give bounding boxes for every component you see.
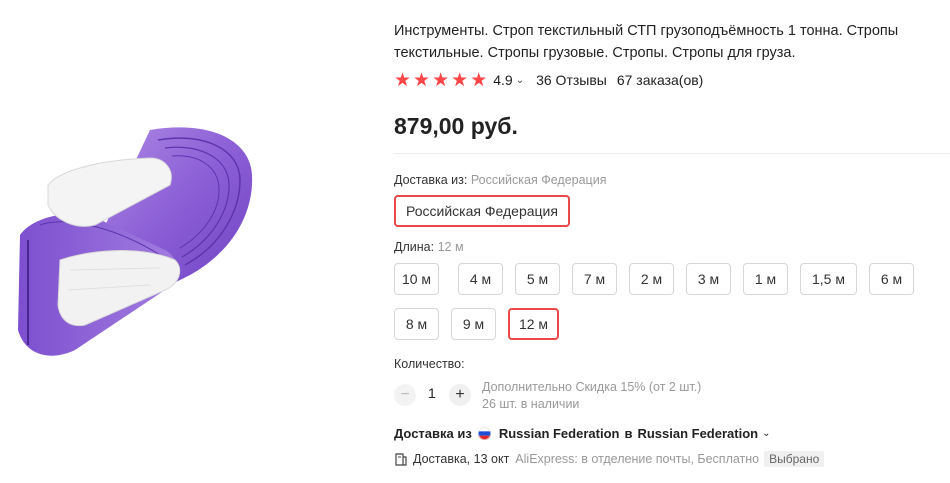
divider: [394, 153, 950, 154]
quantity-increase-button[interactable]: +: [449, 384, 471, 406]
shipping-option: Доставка, 13 окт AliExpress: в отделение…: [394, 451, 825, 467]
length-label-text: Длина:: [394, 240, 435, 254]
shipping-from-value: Российская Федерация: [470, 173, 607, 187]
product-info: Инструменты. Строп текстильный СТП грузо…: [394, 0, 950, 483]
rating-value[interactable]: 4.9: [493, 72, 512, 88]
length-option[interactable]: 9 м: [451, 308, 496, 340]
length-label: Длина: 12 м: [394, 240, 464, 254]
length-option[interactable]: 10 м: [394, 263, 439, 295]
stock-note: 26 шт. в наличии: [482, 397, 580, 411]
quantity-label: Количество:: [394, 357, 465, 371]
chevron-down-icon[interactable]: ⌄: [516, 75, 524, 86]
shipping-country-option[interactable]: Российская Федерация: [394, 195, 570, 227]
delivery-in-word: в: [624, 426, 633, 441]
length-option[interactable]: 4 м: [458, 263, 503, 295]
shipping-date: Доставка, 13 окт: [413, 452, 510, 466]
rating-row: ★ ★ ★ ★ ★ 4.9 ⌄ 36 Отзывы 67 заказа(ов): [394, 70, 703, 90]
delivery-prefix: Доставка из: [394, 426, 472, 441]
star-icon: ★: [432, 69, 450, 91]
length-option[interactable]: 6 м: [869, 263, 914, 295]
quantity-notes: Дополнительно Скидка 15% (от 2 шт.) 26 ш…: [482, 379, 701, 413]
orders-count: 67 заказа(ов): [616, 72, 704, 88]
length-option[interactable]: 2 м: [629, 263, 674, 295]
rating-stars: ★ ★ ★ ★ ★: [394, 71, 487, 90]
star-icon: ★: [394, 69, 412, 91]
product-title: Инструменты. Строп текстильный СТП грузо…: [394, 23, 899, 61]
chevron-down-icon[interactable]: ⌄: [762, 428, 770, 439]
package-icon: [395, 452, 407, 466]
length-option[interactable]: 3 м: [686, 263, 731, 295]
delivery-from: Russian Federation: [498, 426, 620, 441]
shipping-from-label: Доставка из: Российская Федерация: [394, 173, 606, 187]
star-icon: ★: [470, 69, 488, 91]
quantity-decrease-button[interactable]: −: [394, 384, 416, 406]
quantity-value[interactable]: 1: [428, 385, 436, 401]
shipping-from-label-text: Доставка из:: [394, 173, 468, 187]
selected-badge: Выбрано: [764, 451, 825, 467]
length-value: 12 м: [437, 240, 464, 254]
reviews-link[interactable]: 36 Отзывы: [536, 72, 607, 88]
star-icon: ★: [451, 69, 469, 91]
length-option[interactable]: 5 м: [515, 263, 560, 295]
length-option-selected[interactable]: 12 м: [508, 308, 559, 340]
length-option[interactable]: 8 м: [394, 308, 439, 340]
length-option[interactable]: 1,5 м: [800, 263, 857, 295]
star-icon: ★: [413, 69, 431, 91]
price: 879,00 руб.: [394, 113, 518, 139]
length-option[interactable]: 1 м: [743, 263, 788, 295]
discount-note: Дополнительно Скидка 15% (от 2 шт.): [482, 380, 702, 394]
delivery-route[interactable]: Доставка из Russian Federation в Russian…: [394, 426, 770, 441]
shipping-service: AliExpress: в отделение почты, Бесплатно: [515, 452, 760, 466]
length-option[interactable]: 7 м: [572, 263, 617, 295]
delivery-to: Russian Federation: [637, 426, 759, 441]
product-image: [18, 127, 253, 356]
russia-flag-icon: [477, 427, 491, 440]
